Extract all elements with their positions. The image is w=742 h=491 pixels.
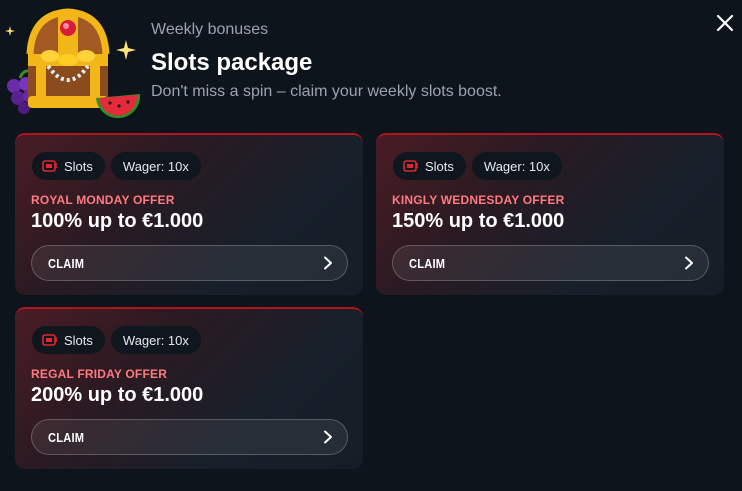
wager-tag: Wager: 10x [110, 152, 201, 180]
slot-machine-icon [42, 160, 57, 172]
close-icon [716, 14, 734, 32]
chevron-right-icon [324, 256, 332, 270]
claim-button-label: CLAIM [409, 255, 446, 271]
category-tag-label: Slots [64, 332, 93, 348]
offer-card: Slots Wager: 10x REGAL FRIDAY OFFER 200%… [15, 307, 363, 469]
bonus-header: Weekly bonuses Slots package Don't miss … [0, 0, 742, 130]
wager-tag: Wager: 10x [471, 152, 562, 180]
offer-value: 150% up to €1.000 [392, 210, 565, 232]
eyebrow-text: Weekly bonuses [151, 21, 269, 38]
wager-tag-label: Wager: 10x [483, 158, 550, 174]
chevron-right-icon [685, 256, 693, 270]
page-title: Slots package [151, 49, 313, 76]
category-tag: Slots [32, 326, 105, 354]
close-button[interactable] [714, 12, 736, 34]
watermelon-icon [96, 94, 141, 119]
claim-button-label: CLAIM [48, 429, 85, 445]
wager-tag-label: Wager: 10x [122, 332, 189, 348]
offer-label: REGAL FRIDAY OFFER [31, 367, 168, 381]
category-tag: Slots [393, 152, 466, 180]
offer-label: ROYAL MONDAY OFFER [31, 193, 175, 207]
page-subtitle: Don't miss a spin – claim your weekly sl… [151, 83, 502, 100]
offer-card: Slots Wager: 10x KINGLY WEDNESDAY OFFER … [376, 133, 724, 295]
treasure-chest-illustration [5, 8, 141, 119]
offer-value: 200% up to €1.000 [31, 384, 204, 406]
wager-tag-label: Wager: 10x [122, 158, 189, 174]
claim-button[interactable]: CLAIM [392, 245, 709, 281]
slot-machine-icon [42, 334, 57, 346]
offer-tags: Slots Wager: 10x [32, 152, 201, 180]
claim-button[interactable]: CLAIM [31, 245, 348, 281]
claim-button[interactable]: CLAIM [31, 419, 348, 455]
offer-tags: Slots Wager: 10x [32, 326, 201, 354]
header-text: Weekly bonuses Slots package Don't miss … [151, 20, 502, 102]
category-tag-label: Slots [425, 158, 454, 174]
claim-button-label: CLAIM [48, 255, 85, 271]
slot-machine-icon [403, 160, 418, 172]
chevron-right-icon [324, 430, 332, 444]
offer-tags: Slots Wager: 10x [393, 152, 562, 180]
category-tag-label: Slots [64, 158, 93, 174]
category-tag: Slots [32, 152, 105, 180]
offer-card: Slots Wager: 10x ROYAL MONDAY OFFER 100%… [15, 133, 363, 295]
offer-label: KINGLY WEDNESDAY OFFER [392, 193, 565, 207]
offer-value: 100% up to €1.000 [31, 210, 204, 232]
wager-tag: Wager: 10x [110, 326, 201, 354]
